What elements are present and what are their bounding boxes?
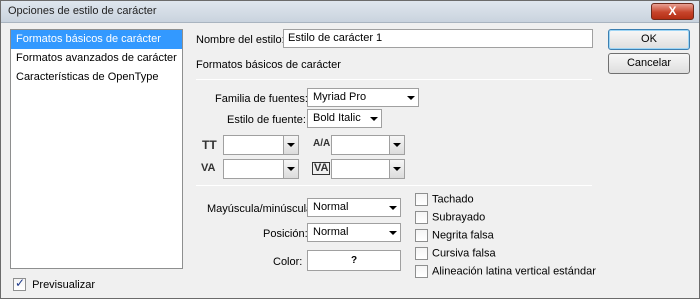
position-select[interactable]: Normal <box>307 223 401 242</box>
faux-bold-label: Negrita falsa <box>432 229 494 242</box>
style-name-label: Nombre del estilo: <box>196 34 285 46</box>
chevron-down-icon <box>389 206 397 210</box>
strikethrough-checkbox-row[interactable]: Tachado <box>415 193 474 206</box>
category-list: Formatos básicos de carácter Formatos av… <box>10 29 183 269</box>
font-style-select[interactable]: Bold Italic <box>307 109 382 128</box>
chevron-down-icon <box>389 231 397 235</box>
vertical-roman-checkbox-row[interactable]: Alineación latina vertical estándar <box>415 265 596 278</box>
position-value: Normal <box>313 226 349 238</box>
faux-italic-label: Cursiva falsa <box>432 247 496 260</box>
kerning-icon: VA <box>201 162 216 174</box>
style-name-input[interactable]: Estilo de carácter 1 <box>283 29 593 48</box>
strikethrough-checkbox[interactable] <box>415 193 428 206</box>
kerning-dropdown-button[interactable] <box>283 160 298 178</box>
title-bar: Opciones de estilo de carácter X <box>1 1 699 23</box>
tracking-icon: VA <box>312 162 331 175</box>
font-size-dropdown-button[interactable] <box>283 136 298 154</box>
ok-button[interactable]: OK <box>608 29 690 50</box>
position-label: Posición: <box>263 228 308 240</box>
font-size-combo[interactable] <box>223 135 299 155</box>
dialog-window: Opciones de estilo de carácter X Formato… <box>0 0 700 299</box>
close-button[interactable]: X <box>651 3 694 20</box>
preview-label: Previsualizar <box>32 278 96 291</box>
underline-label: Subrayado <box>432 211 486 224</box>
section-divider <box>196 79 592 80</box>
faux-bold-checkbox-row[interactable]: Negrita falsa <box>415 229 494 242</box>
font-style-value: Bold Italic <box>313 112 361 124</box>
case-label: Mayúscula/minúscula: <box>207 203 316 215</box>
strikethrough-label: Tachado <box>432 193 474 206</box>
font-family-label: Familia de fuentes: <box>215 93 308 105</box>
chevron-down-icon <box>370 117 378 121</box>
preview-checkbox[interactable] <box>13 276 26 291</box>
leading-icon: A/A <box>313 138 331 149</box>
kerning-combo[interactable] <box>223 159 299 179</box>
underline-checkbox-row[interactable]: Subrayado <box>415 211 485 224</box>
faux-bold-checkbox[interactable] <box>415 229 428 242</box>
formatting-divider <box>196 185 592 186</box>
tracking-combo[interactable] <box>331 159 405 179</box>
preview-checkbox-row[interactable]: Previsualizar <box>13 276 96 291</box>
case-value: Normal <box>313 201 349 213</box>
tracking-dropdown-button[interactable] <box>389 160 404 178</box>
faux-italic-checkbox-row[interactable]: Cursiva falsa <box>415 247 496 260</box>
category-item-advanced[interactable]: Formatos avanzados de carácter <box>11 49 182 68</box>
case-select[interactable]: Normal <box>307 198 401 217</box>
underline-checkbox[interactable] <box>415 211 428 224</box>
leading-dropdown-button[interactable] <box>389 136 404 154</box>
window-title: Opciones de estilo de carácter <box>8 5 157 17</box>
color-label: Color: <box>273 256 303 268</box>
category-item-basic[interactable]: Formatos básicos de carácter <box>11 30 182 49</box>
font-style-label: Estilo de fuente: <box>227 114 306 126</box>
faux-italic-checkbox[interactable] <box>415 247 428 260</box>
font-size-icon: TT <box>202 138 217 152</box>
chevron-down-icon <box>407 96 415 100</box>
font-family-value: Myriad Pro <box>313 91 367 103</box>
section-title: Formatos básicos de carácter <box>196 59 341 71</box>
vertical-roman-label: Alineación latina vertical estándar <box>432 265 596 278</box>
category-item-opentype[interactable]: Características de OpenType <box>11 68 182 87</box>
cancel-button[interactable]: Cancelar <box>608 53 690 74</box>
vertical-roman-checkbox[interactable] <box>415 265 428 278</box>
leading-combo[interactable] <box>331 135 405 155</box>
font-family-select[interactable]: Myriad Pro <box>307 88 419 107</box>
color-swatch-button[interactable]: ? <box>307 250 401 271</box>
